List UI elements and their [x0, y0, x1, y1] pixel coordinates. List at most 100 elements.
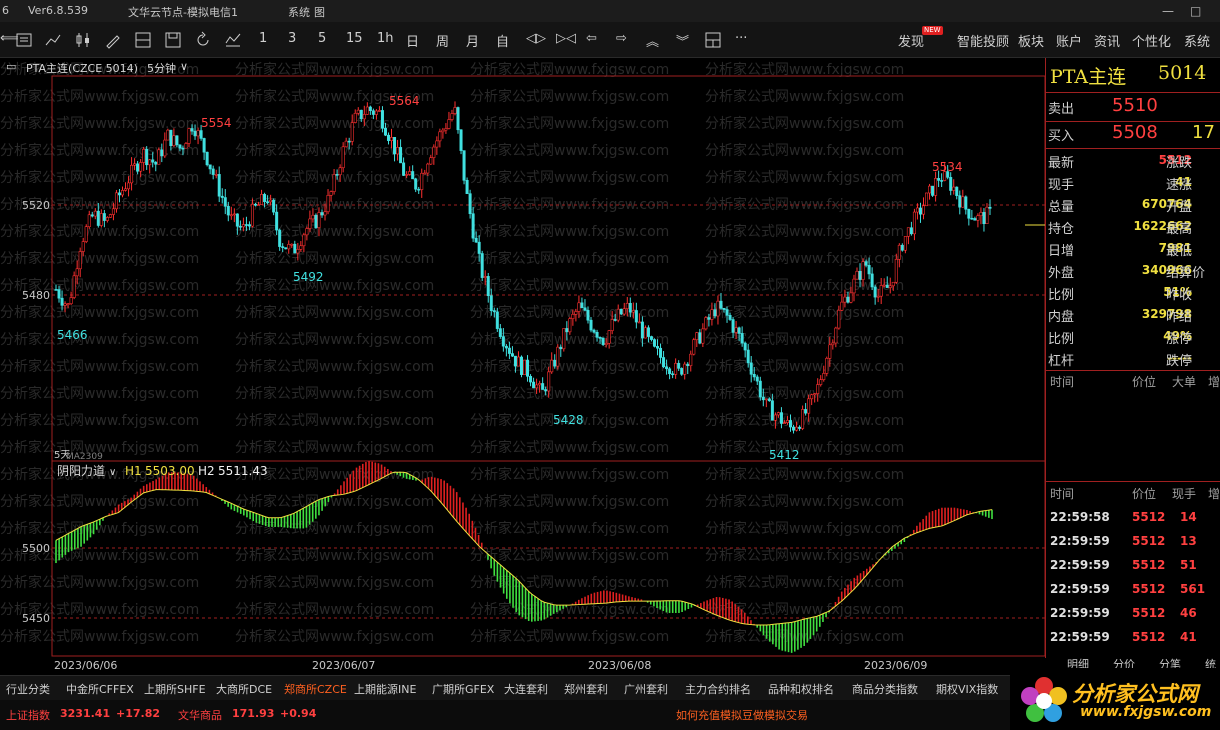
- candle-body: [326, 195, 330, 213]
- scroll-down-icon[interactable]: ︾: [676, 31, 689, 50]
- more-icon[interactable]: ···: [735, 31, 747, 46]
- candle-body: [728, 315, 732, 320]
- exchange-tab[interactable]: 期权VIX指数: [936, 681, 998, 697]
- grid-icon[interactable]: [134, 31, 152, 49]
- menu-personalize[interactable]: 个性化: [1132, 31, 1171, 50]
- zoom-in-icon[interactable]: ◁▷: [526, 31, 546, 46]
- period-week[interactable]: 周: [436, 31, 449, 50]
- scroll-left-icon[interactable]: ⇦: [586, 31, 597, 46]
- menu-system[interactable]: 系统: [1184, 31, 1210, 50]
- candle-body: [148, 159, 152, 166]
- exchange-tab[interactable]: 大连套利: [504, 681, 548, 697]
- maximize-icon[interactable]: □: [1190, 4, 1201, 18]
- exchange-tab[interactable]: 品种和权排名: [768, 681, 834, 697]
- candle-body: [643, 327, 647, 339]
- chart-period-label[interactable]: 5分钟: [147, 60, 176, 76]
- candle-body: [60, 297, 64, 306]
- indicator-icon[interactable]: [224, 31, 242, 49]
- candle-body: [75, 268, 79, 277]
- exchange-tab[interactable]: 郑州套利: [564, 681, 608, 697]
- h1-label: H1: [125, 464, 142, 478]
- period-15m[interactable]: 15: [346, 31, 363, 46]
- menu-sector[interactable]: 板块: [1018, 31, 1044, 50]
- chart-symbol-label[interactable]: PTA主连(CZCE 5014): [26, 60, 138, 76]
- candle-body: [84, 226, 88, 242]
- period-month[interactable]: 月: [466, 31, 479, 50]
- candle-body: [538, 383, 542, 386]
- period-5m[interactable]: 5: [318, 31, 326, 46]
- candle-body: [341, 146, 345, 169]
- candle-body: [278, 229, 282, 247]
- candle-body: [423, 172, 427, 175]
- period-3m[interactable]: 3: [288, 31, 296, 46]
- candle-body: [876, 295, 880, 298]
- draw-icon[interactable]: [104, 31, 122, 49]
- period-day[interactable]: 日: [406, 31, 419, 50]
- tick-row: 22:59:59 5512 13: [1046, 532, 1220, 554]
- period-dropdown-icon[interactable]: ∨: [180, 60, 188, 73]
- candle-body: [175, 135, 179, 146]
- candle-body: [145, 148, 149, 166]
- quote-row-label2: 最高: [1166, 222, 1193, 237]
- indicator-dropdown-icon[interactable]: ∨: [109, 467, 116, 478]
- menu-advisor[interactable]: 智能投顾: [957, 31, 1009, 50]
- candle-body: [444, 128, 448, 131]
- candle-body: [69, 297, 73, 305]
- watermark-text: 分析家公式网www.fxjgsw.com: [470, 277, 669, 294]
- candle-body: [450, 113, 454, 120]
- exchange-tab[interactable]: 上期所SHFE: [144, 681, 206, 697]
- buy-row[interactable]: 买入 5508 17: [1046, 122, 1220, 148]
- candle-body: [193, 130, 197, 137]
- h2-value: 5511.43: [218, 464, 268, 478]
- sell-row[interactable]: 卖出 5510: [1046, 95, 1220, 121]
- period-1m[interactable]: 1: [259, 31, 267, 46]
- exchange-tab[interactable]: 行业分类: [6, 681, 50, 697]
- menu-discover[interactable]: 发现: [898, 31, 924, 50]
- candle-body: [716, 300, 720, 317]
- exchange-tab[interactable]: 郑商所CZCE: [284, 681, 347, 697]
- index1-name[interactable]: 上证指数: [6, 707, 50, 723]
- period-1h[interactable]: 1h: [377, 31, 394, 46]
- candle-body: [925, 192, 929, 207]
- save-icon[interactable]: [164, 31, 182, 49]
- refresh-icon[interactable]: [194, 31, 212, 49]
- list-icon[interactable]: [15, 31, 33, 49]
- line-chart-icon[interactable]: [44, 31, 62, 49]
- kline-chart[interactable]: 分析家公式网www.fxjgsw.com 分析家公式网www.fxjgsw.com…: [0, 58, 1045, 675]
- notice-link[interactable]: 如何充值模拟豆做模拟交易: [676, 707, 808, 723]
- zoom-out-icon[interactable]: ▷◁: [556, 31, 576, 46]
- watermark-text: 分析家公式网www.fxjgsw.com: [705, 142, 904, 159]
- exchange-tab[interactable]: 主力合约排名: [685, 681, 751, 697]
- candle-body: [314, 214, 318, 228]
- candle-body: [142, 148, 146, 163]
- watermark-text: 分析家公式网www.fxjgsw.com: [470, 601, 669, 618]
- watermark-text: 分析家公式网www.fxjgsw.com: [0, 169, 199, 186]
- period-custom[interactable]: 自: [496, 31, 509, 50]
- exchange-tabs: 行业分类 中金所CFFEX 上期所SHFE 大商所DCE 郑商所CZCE 上期能源INE 广…: [0, 675, 1010, 700]
- system-menu[interactable]: 系统: [288, 4, 310, 20]
- chart-menu[interactable]: 图: [314, 4, 325, 20]
- exchange-tab[interactable]: 上期能源INE: [354, 681, 416, 697]
- menu-news[interactable]: 资讯: [1094, 31, 1120, 50]
- exchange-tab[interactable]: 中金所CFFEX: [66, 681, 134, 697]
- exchange-tab[interactable]: 广州套利: [624, 681, 668, 697]
- exchange-tab[interactable]: 商品分类指数: [852, 681, 918, 697]
- layout-icon[interactable]: [704, 31, 722, 49]
- indicator-name[interactable]: 阴阳力道: [57, 464, 105, 478]
- index2-name[interactable]: 文华商品: [178, 707, 222, 723]
- exchange-tab[interactable]: 广期所GFEX: [432, 681, 494, 697]
- candle-body: [704, 317, 708, 330]
- menu-account[interactable]: 账户: [1056, 31, 1082, 50]
- quote-row: 持仓 1622662 最高: [1046, 216, 1220, 238]
- candle-icon[interactable]: [74, 31, 92, 49]
- candle-body: [226, 205, 230, 216]
- watermark-text: 分析家公式网www.fxjgsw.com: [470, 439, 669, 456]
- exchange-tab[interactable]: 大商所DCE: [216, 681, 272, 697]
- quote-row: 最新 5512 涨跌: [1046, 150, 1220, 172]
- minimize-icon[interactable]: —: [1162, 4, 1174, 18]
- tick-time: 22:59:59: [1050, 558, 1110, 572]
- scroll-right-icon[interactable]: ⇨: [616, 31, 627, 46]
- candle-body: [988, 206, 992, 209]
- scroll-up-icon[interactable]: ︽: [646, 31, 659, 50]
- candle-body: [223, 197, 227, 207]
